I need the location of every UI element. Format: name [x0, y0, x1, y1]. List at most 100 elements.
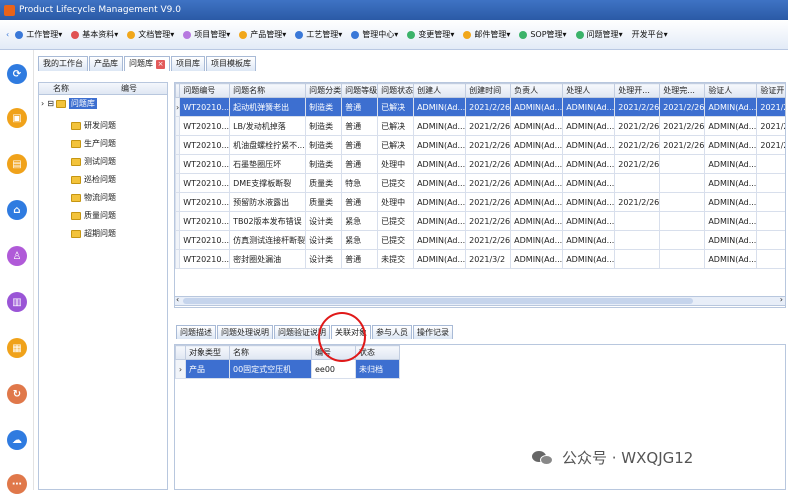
- tree-item-rd-issues[interactable]: 研发问题: [71, 119, 116, 132]
- menu-work[interactable]: 工作管理 ▾: [15, 29, 62, 40]
- col-issue-no[interactable]: 问题编号: [179, 83, 231, 98]
- tab-project-library[interactable]: 项目库: [171, 56, 205, 71]
- col-created-at[interactable]: 创建时间: [465, 83, 512, 98]
- table-row[interactable]: WT20210... LB/发动机掉落 制造类 普通 已解决 ADMIN(Ad... 202…: [175, 116, 785, 136]
- cloud-icon[interactable]: ☁: [7, 430, 27, 450]
- table-row[interactable]: › WT20210... 起动机弹簧老出 制造类 普通 已解决 ADMIN(Ad... 202…: [175, 97, 785, 117]
- table-cell: [659, 249, 706, 269]
- tab-my-workbench[interactable]: 我的工作台: [38, 56, 88, 71]
- tab-participants[interactable]: 参与人员: [372, 325, 412, 339]
- table-cell: 2021/2/26: [614, 192, 661, 212]
- refresh-icon[interactable]: ⟳: [7, 64, 27, 84]
- file-icon[interactable]: ▦: [7, 338, 27, 358]
- menu-admin-center[interactable]: 管理中心 ▾: [351, 29, 398, 40]
- tree-header-name: 名称: [53, 84, 69, 93]
- tree-item-inspection-issues[interactable]: 巡检问题: [71, 173, 116, 186]
- table-cell: ADMIN(Ad...: [413, 135, 467, 155]
- folder-icon: [55, 99, 66, 108]
- col-handler[interactable]: 处理人: [562, 83, 616, 98]
- collapse-icon[interactable]: ⊟: [47, 99, 54, 108]
- menu-issues[interactable]: 问题管理 ▾: [575, 29, 623, 40]
- scroll-right-icon[interactable]: ›: [780, 295, 783, 304]
- col-level[interactable]: 问题等级: [341, 83, 379, 98]
- tab-issue-description[interactable]: 问题描述: [176, 325, 216, 339]
- col-verifier[interactable]: 验证人: [704, 83, 758, 98]
- table-row[interactable]: WT20210... 预留防水液露出 质量类 普通 处理中 ADMIN(Ad... 2021…: [175, 192, 785, 212]
- col-object-type[interactable]: 对象类型: [185, 345, 230, 360]
- expand-icon[interactable]: ›: [41, 99, 44, 108]
- table-cell: ADMIN(Ad...: [510, 211, 564, 231]
- menu-products[interactable]: 产品管理 ▾: [239, 29, 286, 40]
- menu-mail-icon: [463, 30, 472, 39]
- col-handle-start[interactable]: 处理开...: [614, 83, 661, 98]
- menu-dev-platform[interactable]: 开发平台 ▾: [632, 29, 668, 40]
- table-cell: 处理中: [377, 154, 415, 174]
- tab-project-template-library[interactable]: 项目模板库: [206, 56, 256, 71]
- table-row[interactable]: WT20210... DME支撑板断裂 质量类 特急 已提交 ADMIN(Ad... 202…: [175, 173, 785, 193]
- table-cell: 普通: [341, 192, 379, 212]
- table-cell: 已提交: [377, 211, 415, 231]
- left-icon-sidebar: ⟳ ▣ ▤ ⌂ ♙ ▥ ▦ ↻ ☁ ⋯: [0, 50, 34, 494]
- table-cell: 2021/2/26: [465, 97, 512, 117]
- tree-item-logistics-issues[interactable]: 物流问题: [71, 191, 116, 204]
- table-cell: 设计类: [305, 249, 343, 269]
- table-cell: 普通: [341, 97, 379, 117]
- table-cell: 2021/2/26: [465, 116, 512, 136]
- menu-mail[interactable]: 邮件管理 ▾: [463, 29, 510, 40]
- col-owner[interactable]: 负责人: [510, 83, 564, 98]
- menu-work-icon: [15, 30, 24, 39]
- folder-icon: [71, 121, 81, 130]
- col-category[interactable]: 问题分类: [305, 83, 343, 98]
- tree-item-overdue-issues[interactable]: 超期问题: [71, 227, 116, 240]
- table-cell: WT20210...: [179, 249, 231, 269]
- tree-item-test-issues[interactable]: 测试问题: [71, 155, 116, 168]
- horizontal-scrollbar[interactable]: ‹ ›: [174, 295, 786, 306]
- document-icon[interactable]: ▤: [7, 154, 27, 174]
- col-creator[interactable]: 创建人: [413, 83, 467, 98]
- lock-icon[interactable]: ▣: [7, 108, 27, 128]
- col-issue-name[interactable]: 问题名称: [229, 83, 307, 98]
- folder-icon: [71, 229, 81, 238]
- table-row[interactable]: WT20210... 仿真测试连接杆断裂 设计类 紧急 已提交 ADMIN(Ad... 20…: [175, 230, 785, 250]
- menu-sop[interactable]: SOP管理 ▾: [519, 29, 567, 40]
- table-cell: WT20210...: [179, 97, 231, 117]
- table-row[interactable]: WT20210... 石墨垫圈压坏 制造类 普通 处理中 ADMIN(Ad... 2021/…: [175, 154, 785, 174]
- tab-product-library[interactable]: 产品库: [89, 56, 123, 71]
- menu-documents[interactable]: 文档管理 ▾: [127, 29, 174, 40]
- scroll-left-icon[interactable]: ‹: [176, 295, 179, 304]
- related-object-row[interactable]: › 产品 00固定式空压机 ee00 未归档: [175, 359, 400, 379]
- table-row[interactable]: WT20210... TB02版本发布错误 设计类 紧急 已提交 ADMIN(Ad... 2…: [175, 211, 785, 231]
- table-cell: [614, 230, 661, 250]
- menu-arrow-icon[interactable]: ‹: [6, 30, 9, 39]
- tree-item-quality-issues[interactable]: 质量问题: [71, 209, 116, 222]
- tree-root-node[interactable]: › ⊟ 问题库: [41, 97, 97, 110]
- col-status[interactable]: 问题状态: [377, 83, 415, 98]
- tab-handling-notes[interactable]: 问题处理说明: [217, 325, 273, 339]
- more-icon[interactable]: ⋯: [7, 474, 27, 494]
- col-handle-end[interactable]: 处理完...: [659, 83, 706, 98]
- tab-issue-library[interactable]: 问题库 ×: [124, 56, 170, 71]
- tree-item-production-issues[interactable]: 生产问题: [71, 137, 116, 150]
- menu-projects[interactable]: 项目管理 ▾: [183, 29, 230, 40]
- tab-operation-log[interactable]: 操作记录: [413, 325, 453, 339]
- menu-projects-icon: [183, 30, 192, 39]
- cycle-icon[interactable]: ↻: [7, 384, 27, 404]
- scrollbar-thumb[interactable]: [183, 298, 693, 304]
- table-row[interactable]: WT20210... 机油盘螺栓拧紧不... 制造类 普通 已解决 ADMIN(Ad...…: [175, 135, 785, 155]
- table-cell: WT20210...: [179, 154, 231, 174]
- home-icon[interactable]: ⌂: [7, 200, 27, 220]
- close-icon[interactable]: ×: [156, 60, 165, 69]
- watermark: 公众号 · WXQJG12: [532, 447, 693, 468]
- report-icon[interactable]: ▥: [7, 292, 27, 312]
- table-cell: WT20210...: [179, 230, 231, 250]
- menu-process[interactable]: 工艺管理 ▾: [295, 29, 342, 40]
- table-cell: [614, 249, 661, 269]
- table-row[interactable]: WT20210... 密封圈处漏油 设计类 普通 未提交 ADMIN(Ad... 2021/…: [175, 249, 785, 269]
- table-cell: TB02版本发布错误: [229, 211, 307, 231]
- col-verify-start[interactable]: 验证开...: [756, 83, 785, 98]
- menu-change[interactable]: 变更管理 ▾: [407, 29, 454, 40]
- user-icon[interactable]: ♙: [7, 246, 27, 266]
- col-object-name[interactable]: 名称: [229, 345, 312, 360]
- table-cell: [756, 249, 785, 269]
- menu-base-data[interactable]: 基本资料 ▾: [71, 29, 118, 40]
